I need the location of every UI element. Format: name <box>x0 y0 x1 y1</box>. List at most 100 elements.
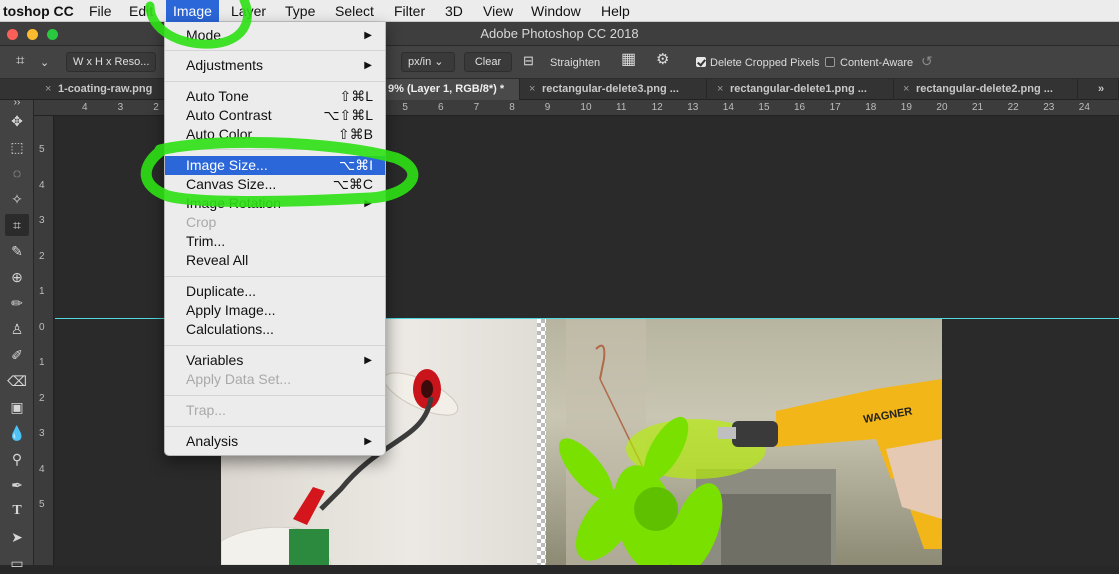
menu-item-image-size[interactable]: Image Size... ⌥⌘I <box>165 156 385 175</box>
content-aware-checkbox[interactable] <box>825 57 835 67</box>
healing-brush-tool-icon[interactable]: ⊕ <box>5 266 29 288</box>
blur-tool-icon[interactable]: 💧 <box>5 422 29 444</box>
menu-item-reveal-all[interactable]: Reveal All <box>165 251 385 270</box>
menu-item-shortcut: ⇧⌘B <box>337 126 373 142</box>
menu-item-mode[interactable]: Mode ▶ <box>165 26 385 45</box>
shape-tool-icon[interactable]: ▭ <box>5 552 29 574</box>
menu-3d[interactable]: 3D <box>438 0 470 22</box>
reset-icon[interactable]: ↺ <box>921 52 933 70</box>
tab-label: rectangular-delete3.png ... <box>542 83 679 95</box>
menu-item-auto-tone[interactable]: Auto Tone ⇧⌘L <box>165 87 385 106</box>
crop-tool-icon[interactable]: ⌗ <box>5 214 29 236</box>
ruler-tick-label: 13 <box>687 102 699 113</box>
submenu-arrow-icon: ▶ <box>364 436 372 447</box>
menu-item-label: Variables <box>186 352 244 368</box>
menu-file[interactable]: File <box>82 0 119 22</box>
menu-layer[interactable]: Layer <box>224 0 273 22</box>
collapse-toolbox-icon[interactable]: ›› <box>5 98 29 110</box>
menu-edit[interactable]: Edit <box>122 0 160 22</box>
menu-item-duplicate[interactable]: Duplicate... <box>165 282 385 301</box>
menu-item-label: Trap... <box>186 402 226 418</box>
straighten-label[interactable]: Straighten <box>550 54 600 72</box>
menu-item-analysis[interactable]: Analysis ▶ <box>165 432 385 451</box>
menu-item-label: Auto Contrast <box>186 107 272 123</box>
tab-label: 1-coating-raw.png <box>58 83 153 95</box>
menu-item-label: Canvas Size... <box>186 176 277 192</box>
menu-separator <box>165 149 385 150</box>
eyedropper-tool-icon[interactable]: ✎ <box>5 240 29 262</box>
ruler-tick-label: 4 <box>39 179 45 191</box>
eraser-tool-icon[interactable]: ⌫ <box>5 370 29 392</box>
submenu-arrow-icon: ▶ <box>364 355 372 366</box>
tab-doc-1[interactable]: × 1-coating-raw.png <box>40 79 165 100</box>
pen-tool-icon[interactable]: ✒ <box>5 474 29 496</box>
ruler-tick-label: 16 <box>794 102 806 113</box>
menu-item-label: Mode <box>186 27 222 43</box>
ruler-tick-label: 21 <box>972 102 984 113</box>
menu-item-label: Reveal All <box>186 252 249 268</box>
ruler-tick-label: 2 <box>39 392 45 404</box>
close-tab-icon[interactable]: × <box>45 79 51 100</box>
menu-item-adjustments[interactable]: Adjustments ▶ <box>165 56 385 75</box>
marquee-tool-icon[interactable]: ⬚ <box>5 136 29 158</box>
magic-wand-tool-icon[interactable]: ✧ <box>5 188 29 210</box>
close-tab-icon[interactable]: × <box>903 79 909 100</box>
gradient-tool-icon[interactable]: ▣ <box>5 396 29 418</box>
submenu-arrow-icon: ▶ <box>364 30 372 41</box>
menu-item-trim[interactable]: Trim... <box>165 232 385 251</box>
tab-doc-3[interactable]: × rectangular-delete3.png ... <box>524 79 707 100</box>
more-tabs-icon[interactable]: » <box>1090 79 1119 100</box>
menu-view[interactable]: View <box>476 0 520 22</box>
menu-item-image-rotation[interactable]: Image Rotation ▶ <box>165 194 385 213</box>
ruler-tick-label: 14 <box>722 102 734 113</box>
menu-separator <box>165 81 385 82</box>
menu-item-apply-data-set: Apply Data Set... <box>165 370 385 389</box>
clone-stamp-tool-icon[interactable]: ♙ <box>5 318 29 340</box>
ruler-tick-label: 4 <box>82 102 88 113</box>
type-tool-icon[interactable]: T <box>5 500 29 522</box>
menu-item-apply-image[interactable]: Apply Image... <box>165 301 385 320</box>
menu-item-auto-color[interactable]: Auto Color ⇧⌘B <box>165 125 385 144</box>
ratio-dropdown[interactable]: W x H x Reso... <box>66 52 156 72</box>
menu-filter[interactable]: Filter <box>387 0 432 22</box>
tab-doc-5[interactable]: × rectangular-delete2.png ... <box>898 79 1078 100</box>
menu-select[interactable]: Select <box>328 0 381 22</box>
close-tab-icon[interactable]: × <box>529 79 535 100</box>
menu-separator <box>165 395 385 396</box>
gear-icon[interactable]: ⚙ <box>656 51 669 69</box>
history-brush-tool-icon[interactable]: ✐ <box>5 344 29 366</box>
menu-item-canvas-size[interactable]: Canvas Size... ⌥⌘C <box>165 175 385 194</box>
menu-window[interactable]: Window <box>524 0 588 22</box>
path-selection-tool-icon[interactable]: ➤ <box>5 526 29 548</box>
units-dropdown[interactable]: px/in ⌄ <box>401 52 455 72</box>
menu-app-name[interactable]: toshop CC <box>0 0 81 22</box>
move-tool-icon[interactable]: ✥ <box>5 110 29 132</box>
menu-item-calculations[interactable]: Calculations... <box>165 320 385 339</box>
content-aware-label[interactable]: Content-Aware <box>840 54 913 72</box>
menu-item-auto-contrast[interactable]: Auto Contrast ⌥⇧⌘L <box>165 106 385 125</box>
dodge-tool-icon[interactable]: ⚲ <box>5 448 29 470</box>
menu-image[interactable]: Image <box>166 0 219 22</box>
crop-tool-icon[interactable]: ⌗ <box>16 52 24 70</box>
spray-gun-photo: WAGNER <box>546 319 942 565</box>
delete-cropped-pixels-checkbox[interactable] <box>696 57 706 67</box>
menu-item-variables[interactable]: Variables ▶ <box>165 351 385 370</box>
overlay-grid-icon[interactable]: ▦ <box>621 51 636 69</box>
lasso-tool-icon[interactable]: ◌ <box>5 162 29 184</box>
clear-button[interactable]: Clear <box>464 52 512 72</box>
straighten-icon[interactable]: ⊟ <box>523 52 534 70</box>
ruler-tick-label: 15 <box>758 102 770 113</box>
tool-preset-chevron-icon[interactable]: ⌄ <box>40 54 49 72</box>
menu-separator <box>165 276 385 277</box>
menu-type[interactable]: Type <box>278 0 322 22</box>
menu-help[interactable]: Help <box>594 0 637 22</box>
tab-doc-active[interactable]: 9% (Layer 1, RGB/8*) * <box>386 79 520 100</box>
tab-doc-4[interactable]: × rectangular-delete1.png ... <box>712 79 894 100</box>
ruler-tick-label: 2 <box>39 250 45 262</box>
menu-item-shortcut: ⌥⇧⌘L <box>323 107 373 123</box>
close-tab-icon[interactable]: × <box>717 79 723 100</box>
delete-cropped-pixels-label[interactable]: Delete Cropped Pixels <box>710 54 819 72</box>
menu-item-label: Crop <box>186 214 217 230</box>
brush-tool-icon[interactable]: ✏ <box>5 292 29 314</box>
ratio-dropdown-label: W x H x Reso... <box>73 56 150 68</box>
